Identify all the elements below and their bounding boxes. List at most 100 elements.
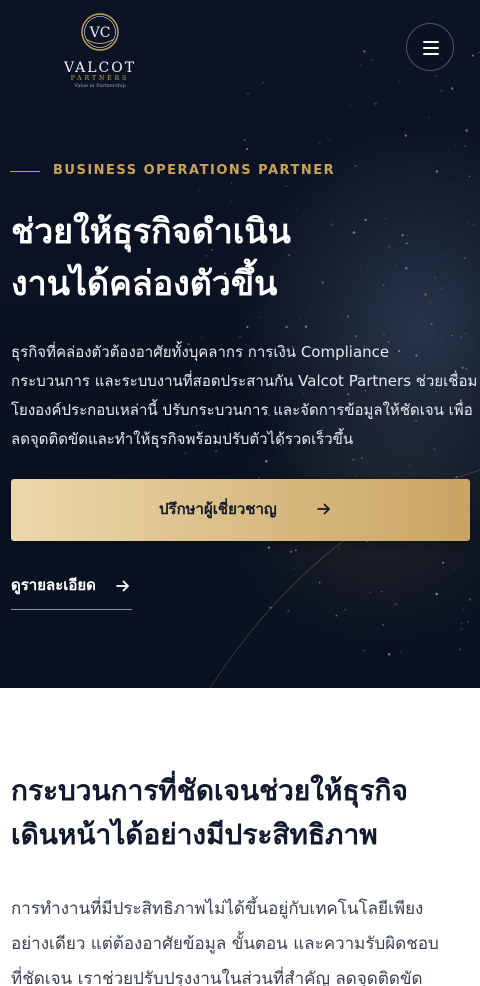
menu-button[interactable] xyxy=(406,23,454,71)
background-dot xyxy=(468,598,472,601)
hero-title: ช่วยให้ธุรกิจดำเนิน งานได้คล่องตัวขึ้น xyxy=(11,206,471,310)
section-description-line: อย่างเดียว แต่ต้องอาศัยข้อมูล ขั้นตอน แล… xyxy=(11,934,439,954)
background-dot xyxy=(408,465,410,467)
background-dot xyxy=(454,144,456,146)
background-dot xyxy=(398,80,400,82)
background-dot xyxy=(352,458,354,461)
consult-expert-button[interactable]: ปรึกษาผู้เชี่ยวชาญ xyxy=(11,479,470,541)
background-dot xyxy=(230,200,233,203)
background-dot xyxy=(265,459,268,463)
hamburger-menu-icon xyxy=(423,47,439,49)
background-dot xyxy=(462,608,464,610)
background-dot xyxy=(387,653,391,656)
background-dot xyxy=(442,568,444,570)
background-dot xyxy=(355,475,358,477)
background-dot xyxy=(451,87,454,90)
background-dot xyxy=(294,549,297,552)
hero-title-line: งานได้คล่องตัวขึ้น xyxy=(11,264,278,304)
background-dot xyxy=(287,610,290,613)
background-dot xyxy=(404,134,407,137)
background-dot xyxy=(361,457,363,459)
background-dot xyxy=(262,82,264,84)
hamburger-menu-icon xyxy=(423,53,439,55)
background-dot xyxy=(459,648,461,651)
background-dot xyxy=(428,116,431,119)
section-description: การทำงานที่มีประสิทธิภาพไม่ได้ขึ้นอยู่กั… xyxy=(11,892,476,986)
arrow-right-icon xyxy=(317,503,330,515)
background-dot xyxy=(435,75,437,77)
consult-expert-label: ปรึกษาผู้เชี่ยวชาญ xyxy=(159,500,277,518)
background-dot xyxy=(465,129,468,132)
background-dot xyxy=(454,568,456,570)
hero-description-line: ลดจุดติดขัดและทำให้ธุรกิจพร้อมปรับตัวได้… xyxy=(11,430,354,448)
hero-title-line: ช่วยให้ธุรกิจดำเนิน xyxy=(11,212,291,252)
background-dot xyxy=(464,145,467,148)
process-section: กระบวนการที่ชัดเจนช่วยให้ธุรกิจ เดินหน้า… xyxy=(0,688,480,986)
background-dot xyxy=(362,649,365,652)
background-dot xyxy=(289,79,292,81)
background-dot xyxy=(198,190,200,192)
background-dot xyxy=(409,591,411,592)
hero-description: ธุรกิจที่คล่องตัวต้องอาศัยทั้งบุคลากร กา… xyxy=(11,338,477,454)
background-dot xyxy=(473,224,475,226)
background-dot xyxy=(243,139,246,142)
background-dot xyxy=(363,49,366,53)
view-details-label: ดูรายละเอียด xyxy=(11,576,96,594)
background-dot xyxy=(374,102,377,105)
background-dot xyxy=(369,591,372,594)
hero-description-line: โยงองค์ประกอบเหล่านี้ ปรับกระบวนการ และจ… xyxy=(11,401,473,419)
background-dot xyxy=(346,315,350,318)
background-dot xyxy=(285,325,288,329)
view-details-link[interactable]: ดูรายละเอียด xyxy=(11,572,132,610)
background-dot xyxy=(430,323,433,326)
eyebrow-divider xyxy=(10,171,40,172)
section-title-line: กระบวนการที่ชัดเจนช่วยให้ธุรกิจ xyxy=(11,774,408,807)
background-dot xyxy=(319,142,321,144)
background-dot xyxy=(467,621,469,623)
background-dot xyxy=(304,325,308,329)
logo-subtitle: PARTNERS xyxy=(70,75,130,82)
background-dot xyxy=(442,561,445,564)
background-dot xyxy=(445,473,447,475)
logo-tagline: Value in Partnership xyxy=(74,83,126,89)
background-dot xyxy=(344,608,347,611)
section-description-line: ที่ชัดเจน เราช่วยปรับปรุงงานในส่วนที่สำค… xyxy=(11,969,423,986)
background-dot xyxy=(359,64,361,66)
hero-section: VC VALCOT PARTNERS Value in Partnership … xyxy=(0,0,480,688)
background-dot xyxy=(318,581,321,584)
arrow-right-icon xyxy=(116,580,129,592)
background-dot xyxy=(338,547,340,549)
background-dot xyxy=(246,148,249,150)
background-dot xyxy=(461,622,463,625)
section-title: กระบวนการที่ชัดเจนช่วยให้ธุรกิจ เดินหน้า… xyxy=(11,769,476,857)
logo-monogram: VC xyxy=(89,25,111,41)
background-dot xyxy=(246,92,250,95)
section-title-line: เดินหน้าได้อย่างมีประสิทธิภาพ xyxy=(11,818,378,851)
background-dot xyxy=(299,318,300,320)
background-dot xyxy=(290,550,293,553)
background-dot xyxy=(478,51,480,53)
background-dot xyxy=(465,333,467,335)
background-dot xyxy=(408,660,410,662)
background-dot xyxy=(435,592,438,596)
background-dot xyxy=(349,104,351,106)
background-dot xyxy=(380,590,383,593)
background-dot xyxy=(399,650,401,652)
background-dot xyxy=(230,182,233,185)
background-dot xyxy=(383,333,385,336)
valcot-logo[interactable]: VC VALCOT PARTNERS Value in Partnership xyxy=(52,12,148,89)
hero-description-line: ธุรกิจที่คล่องตัวต้องอาศัยทั้งบุคลากร กา… xyxy=(11,343,390,361)
background-dot xyxy=(285,184,288,188)
background-dot xyxy=(293,567,295,569)
background-dot xyxy=(455,181,457,184)
background-dot xyxy=(444,626,446,628)
background-dot xyxy=(471,54,474,57)
background-dot xyxy=(394,603,397,606)
logo-wordmark: VALCOT xyxy=(63,60,137,76)
section-description-line: การทำงานที่มีประสิทธิภาพไม่ได้ขึ้นอยู่กั… xyxy=(11,899,424,919)
background-dot xyxy=(329,139,331,142)
background-dot xyxy=(335,614,338,617)
background-dot xyxy=(246,325,249,329)
hamburger-menu-icon xyxy=(423,41,439,43)
background-dot xyxy=(258,316,260,318)
